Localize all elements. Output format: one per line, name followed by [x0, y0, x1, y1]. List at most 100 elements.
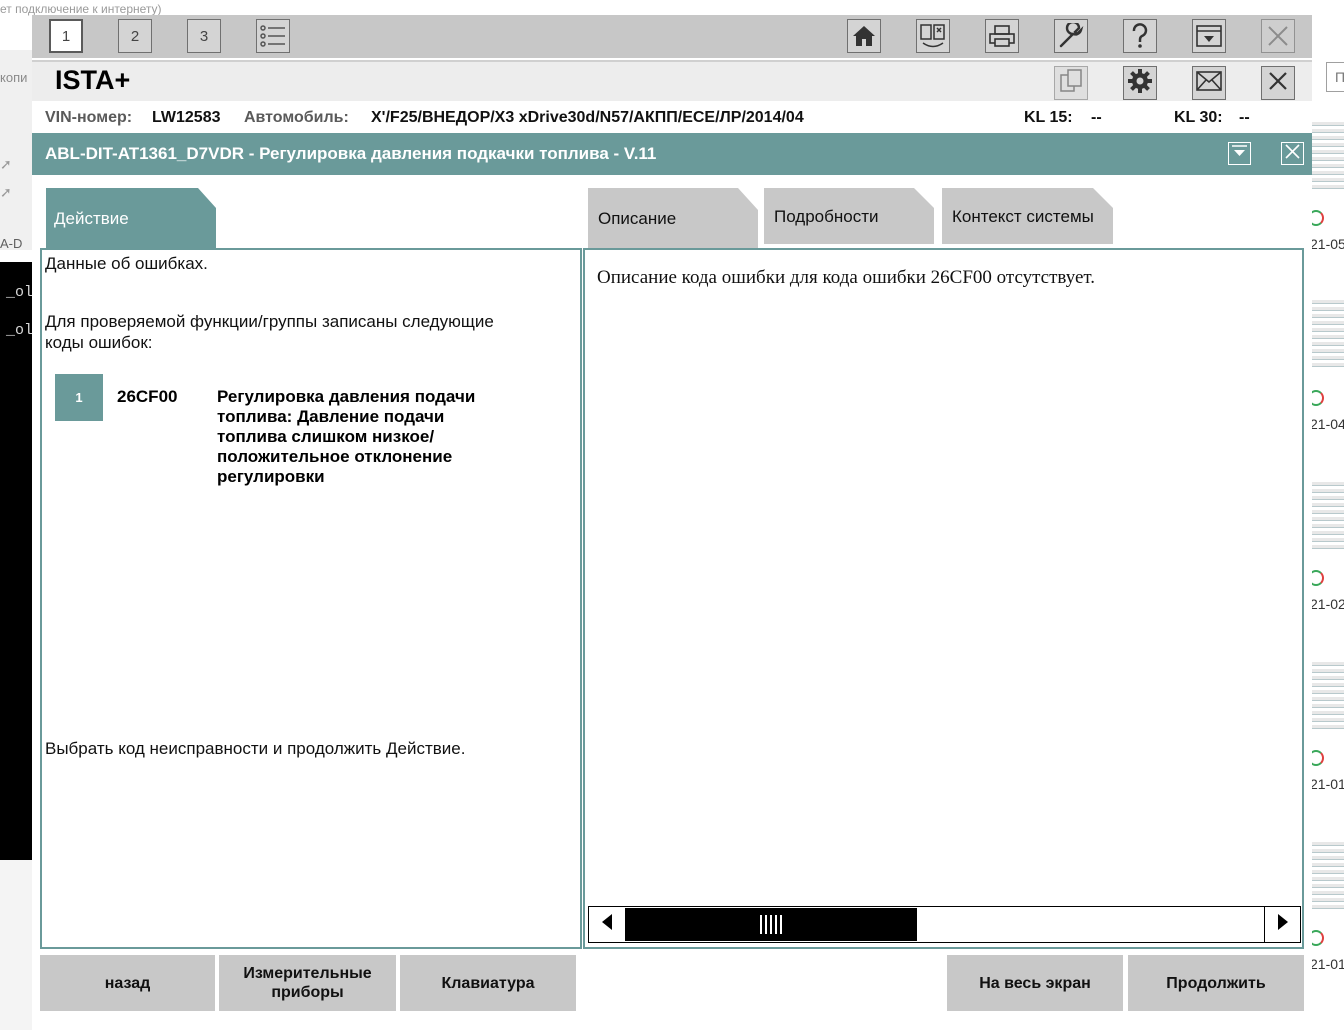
keyboard-button-label: Клавиатура	[441, 974, 535, 992]
screen-tab-label: 2	[130, 27, 140, 45]
background-thumbnail	[1312, 662, 1344, 732]
background-thumbnail-label: 21-02	[1310, 596, 1344, 612]
close-icon	[1266, 24, 1290, 48]
background-thumbnail	[1312, 122, 1344, 192]
close-session-button[interactable]	[1261, 66, 1295, 100]
print-button[interactable]	[985, 19, 1019, 53]
close-procedure-button[interactable]	[1281, 142, 1304, 165]
minimize-icon	[1195, 24, 1223, 48]
measuring-devices-label: Измерительные приборы	[243, 965, 372, 1001]
minimize-button[interactable]	[1192, 19, 1226, 53]
copy-button[interactable]	[1054, 66, 1088, 100]
tab-action[interactable]: Действие	[46, 188, 216, 248]
dropdown-icon	[1230, 142, 1249, 166]
list-button[interactable]	[256, 19, 290, 53]
background-console: _old _old	[0, 262, 42, 860]
background-thumbnail-label: 21-01	[1310, 956, 1344, 972]
back-button[interactable]: назад	[40, 955, 215, 1011]
tab-details-label: Подробности	[774, 207, 879, 226]
car-value: X'/F25/ВНЕДОР/X3 xDrive30d/N57/АКПП/ECE/…	[371, 109, 804, 126]
screen-tab-1[interactable]: 1	[49, 19, 83, 53]
envelope-icon	[1195, 70, 1223, 97]
description-text: Описание кода ошибки для кода ошибки 26C…	[597, 267, 1096, 288]
fault-code: 26CF00	[117, 387, 178, 406]
main-toolbar: 1 2 3	[32, 15, 1312, 58]
kl30-label: KL 30:	[1174, 109, 1223, 126]
background-thumbnail	[1312, 482, 1344, 552]
background-left-text: копи	[0, 70, 28, 85]
ista-window: 1 2 3 ISTA+ VIN-номер: LW12583 Автомобил…	[32, 15, 1312, 1015]
description-panel: Описание кода ошибки для кода ошибки 26C…	[583, 248, 1304, 949]
continue-button[interactable]: Продолжить	[1128, 955, 1304, 1011]
copy-icon	[1058, 68, 1084, 99]
background-top-strip: ет подключение к интернету)	[0, 0, 1344, 16]
service-button[interactable]	[1054, 19, 1088, 53]
scroll-right-button[interactable]	[1264, 907, 1300, 942]
scroll-left-button[interactable]	[589, 907, 625, 942]
vin-label: VIN-номер:	[45, 109, 133, 126]
background-window-text: ет подключение к интернету)	[0, 2, 162, 16]
measuring-devices-button[interactable]: Измерительные приборы	[219, 955, 396, 1011]
tab-details[interactable]: Подробности	[764, 188, 934, 244]
tab-action-label: Действие	[54, 209, 129, 228]
help-icon	[1130, 23, 1150, 49]
background-left-bottom	[0, 860, 32, 1030]
app-name: ISTA+	[55, 65, 131, 95]
continue-button-label: Продолжить	[1166, 974, 1266, 992]
message-button[interactable]	[1192, 66, 1226, 100]
arrow-left-icon	[600, 913, 614, 936]
background-pin-icons: ➚ ➚	[0, 156, 12, 200]
background-thumbnail-label: 21-01	[1310, 776, 1344, 792]
tab-description[interactable]: Описание	[588, 188, 758, 248]
print-icon	[988, 24, 1016, 48]
home-button[interactable]	[847, 19, 881, 53]
back-button-label: назад	[104, 974, 151, 992]
kl30-value: --	[1239, 109, 1250, 126]
arrow-right-icon	[1276, 913, 1290, 936]
fault-data-panel: Данные об ошибках. Для проверяемой функц…	[40, 248, 582, 949]
fault-description: Регулировка давления подачи топлива: Дав…	[217, 387, 476, 486]
car-label: Автомобиль:	[244, 109, 349, 126]
background-thumbnail	[1312, 300, 1344, 370]
screen-tab-3[interactable]: 3	[187, 19, 221, 53]
tab-system-context[interactable]: Контекст системы	[942, 188, 1113, 244]
background-left-label: A-D	[0, 236, 23, 251]
fault-data-intro: Для проверяемой функции/группы записаны …	[45, 312, 494, 352]
fault-number[interactable]: 1	[55, 374, 103, 421]
vin-value: LW12583	[152, 109, 221, 126]
tab-description-label: Описание	[598, 209, 677, 228]
service-wrench-icon	[1058, 23, 1084, 49]
list-icon	[260, 24, 286, 48]
gear-icon	[1127, 68, 1153, 99]
screen-tab-2[interactable]: 2	[118, 19, 152, 53]
background-thumbnail-label: 21-05	[1310, 236, 1344, 252]
keyboard-button[interactable]: Клавиатура	[400, 955, 576, 1011]
background-search-input: П	[1326, 62, 1344, 92]
kl15-label: KL 15:	[1024, 109, 1073, 126]
screen-tab-label: 1	[61, 27, 71, 45]
tab-system-context-label: Контекст системы	[952, 207, 1094, 226]
screen-tab-label: 3	[199, 27, 209, 45]
home-icon	[852, 25, 876, 47]
settings-button[interactable]	[1123, 66, 1157, 100]
app-title-bar: ISTA+	[32, 60, 1312, 101]
vehicle-management-button[interactable]	[916, 19, 950, 53]
procedure-title: ABL-DIT-AT1361_D7VDR - Регулировка давле…	[45, 144, 657, 163]
background-thumbnail	[1312, 842, 1344, 912]
help-button[interactable]	[1123, 19, 1157, 53]
close-app-button[interactable]	[1261, 19, 1295, 53]
fault-data-heading: Данные об ошибках.	[45, 254, 208, 273]
collapse-button[interactable]	[1228, 142, 1251, 165]
vehicle-management-icon	[919, 23, 947, 49]
kl15-value: --	[1091, 109, 1102, 126]
fault-instruction: Выбрать код неисправности и продолжить Д…	[45, 739, 466, 758]
background-thumbnail-label: 21-04	[1310, 416, 1344, 432]
procedure-header: ABL-DIT-AT1361_D7VDR - Регулировка давле…	[32, 133, 1312, 175]
close-icon	[1267, 70, 1289, 97]
close-icon	[1284, 143, 1301, 165]
fullscreen-button[interactable]: На весь экран	[947, 955, 1123, 1011]
scroll-thumb[interactable]	[625, 908, 917, 941]
horizontal-scrollbar[interactable]	[588, 906, 1301, 943]
vehicle-info-bar: VIN-номер: LW12583 Автомобиль: X'/F25/ВН…	[32, 101, 1312, 133]
fullscreen-button-label: На весь экран	[979, 974, 1091, 992]
